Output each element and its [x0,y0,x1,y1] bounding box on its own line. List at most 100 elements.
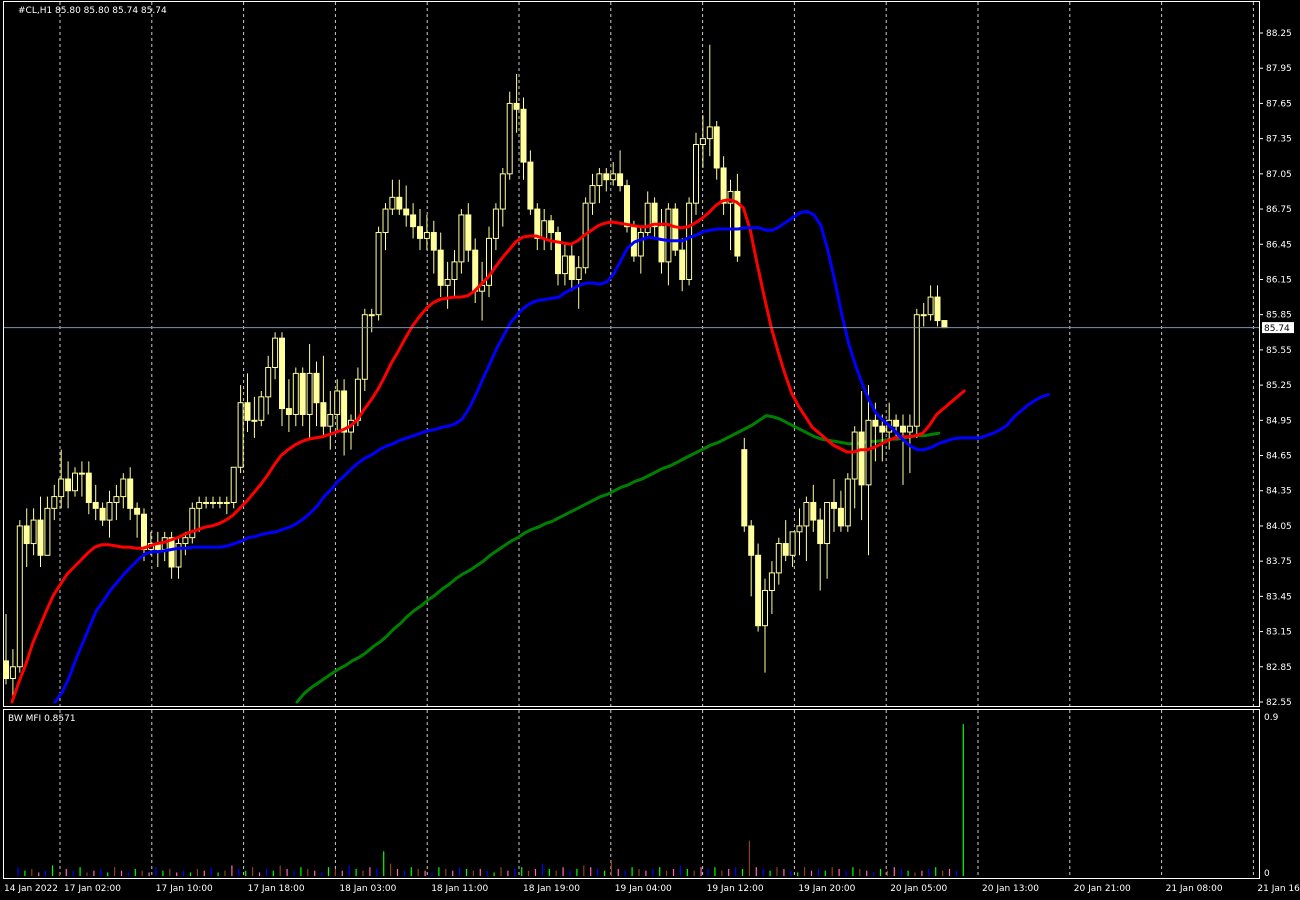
price-tick-label: 83.15 [1266,628,1292,638]
candle-body-down [341,390,348,433]
price-tick-label: 84.95 [1266,416,1292,426]
time-label: 20 Jan 21:00 [1074,884,1131,894]
candle-body-down [527,161,534,210]
candle-body-down [748,525,755,556]
price-tick-label: 83.75 [1266,557,1292,567]
candle-body-up [106,501,113,521]
candle-body-up [906,425,913,433]
candle-body-up [541,220,548,239]
price-tick-label: 85.55 [1266,346,1292,356]
candle-body-down [520,108,527,163]
candle-body-down [879,425,886,433]
candle-body-up [251,419,258,422]
time-label: 20 Jan 13:00 [982,884,1039,894]
candle-body-up [120,478,127,498]
candle-body-up [375,232,382,316]
candle-body-down [534,208,541,239]
candle-body-up [78,472,85,475]
candle-body-up [575,267,582,280]
candle-body-up [9,666,16,680]
candle-body-down [831,501,837,509]
candle-body-down [134,507,141,515]
candle-body-down [934,296,941,322]
candle-body-up [844,478,851,527]
candle-body-up [203,501,210,504]
candle-body-up [382,208,389,234]
candle-body-down [713,126,720,169]
candle-body-up [561,255,568,275]
candle-body-up [927,296,934,316]
candle-body-down [941,320,948,329]
candle-body-up [499,173,506,210]
candle-body-down [568,255,575,280]
candle-body-down [99,507,106,521]
candle-body-up [775,543,782,574]
candle-body-down [624,185,630,228]
candle-body-down [617,173,624,187]
candle-body-down [513,102,520,110]
time-label: 18 Jan 19:00 [523,884,580,894]
time-label: 17 Jan 18:00 [248,884,305,894]
candle-body-down [837,507,844,527]
candle-body-down [65,478,72,492]
price-tick-label: 86.45 [1266,240,1292,250]
candle-body-up [230,466,237,503]
candle-body-up [30,519,37,545]
time-label: 17 Jan 10:00 [156,884,213,894]
time-label: 19 Jan 12:00 [707,884,764,894]
candle-body-down [279,337,285,410]
candle-body-up [913,314,920,427]
candle-body-up [210,501,216,504]
price-tick-label: 87.05 [1266,170,1292,180]
time-label: 17 Jan 02:00 [64,884,121,894]
symbol-info: #CL,H1 85.80 85.80 85.74 85.74 [18,6,167,16]
candle-body-up [292,372,299,415]
candle-body-down [720,167,727,204]
candle-body-up [334,390,341,415]
candle-body-down [810,501,817,521]
time-axis: 14 Jan 2022 17 Jan 02:00 17 Jan 10:00 17 Ja… [4,884,1300,894]
candle-body-up [306,372,313,415]
candle-body-up [824,501,831,545]
candle-body-up [265,367,272,398]
candle-body-up [272,337,279,369]
candle-body-up [637,232,644,257]
candle-body-down [320,402,327,427]
candle-body-down [396,196,403,210]
candle-body-down [37,519,44,556]
candle-body-down [299,372,306,415]
candle-body-down [168,537,175,568]
candle-body-down [141,513,147,550]
candle-body-down [893,419,900,427]
candle-body-down [548,220,555,234]
candle-body-down [417,226,423,239]
price-tick-label: 87.65 [1266,99,1292,109]
candle-body-up [768,572,775,591]
indicator-info: BW MFI 0.8571 [8,714,76,724]
candle-body-up [113,496,120,503]
candle-body-up [706,126,713,140]
candle-body-down [244,402,251,421]
candle-body-down [782,543,789,556]
price-tick-label: 84.05 [1266,522,1292,532]
price-tick-label: 87.35 [1266,135,1292,145]
candle-body-down [85,472,92,503]
candle-body-up [458,214,465,263]
candle-body-up [610,173,617,181]
time-label: 19 Jan 20:00 [798,884,855,894]
candle-body-up [803,501,810,527]
time-label: 21 Jan 16:00 [1257,884,1300,894]
candle-body-down [658,226,665,263]
price-tick-label: 83.45 [1266,592,1292,602]
price-tick-label: 85.85 [1266,311,1292,321]
time-label: 21 Jan 08:00 [1166,884,1223,894]
candle-body-down [900,425,906,433]
candle-body-up [423,232,430,239]
candle-body-up [16,525,23,668]
candle-body-down [3,660,9,680]
candle-body-down [23,525,30,545]
candle-body-up [693,144,699,204]
candle-body-down [472,249,479,292]
price-tick-label: 86.75 [1266,205,1292,215]
candle-body-up [444,278,451,286]
